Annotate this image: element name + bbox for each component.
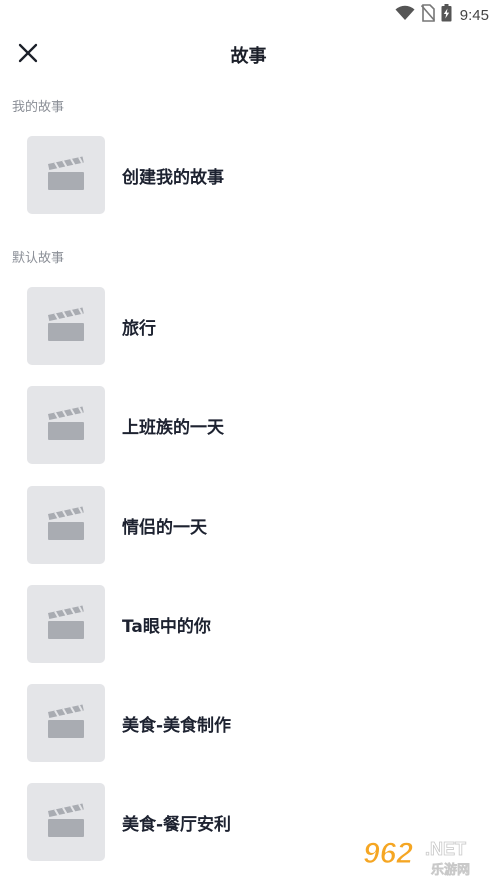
story-thumbnail bbox=[27, 684, 105, 762]
clapperboard-icon bbox=[47, 703, 85, 743]
story-item-travel[interactable]: 旅行 bbox=[27, 287, 467, 365]
story-thumbnail bbox=[27, 386, 105, 464]
section-label-default-stories: 默认故事 bbox=[12, 251, 65, 266]
story-label: 旅行 bbox=[122, 318, 156, 339]
story-label: 创建我的故事 bbox=[122, 167, 224, 188]
status-icons: 9:45 bbox=[395, 4, 489, 26]
section-label-my-stories: 我的故事 bbox=[12, 100, 65, 115]
story-thumbnail bbox=[27, 783, 105, 861]
story-label: 美食-美食制作 bbox=[122, 715, 232, 736]
story-item-you-in-their-eyes[interactable]: Ta眼中的你 bbox=[27, 585, 467, 663]
page-title: 故事 bbox=[230, 46, 267, 67]
header: 故事 bbox=[0, 30, 497, 80]
status-bar: 9:45 bbox=[0, 0, 497, 30]
no-sim-icon bbox=[420, 4, 435, 26]
story-label: 美食-餐厅安利 bbox=[122, 814, 232, 835]
story-item-create[interactable]: 创建我的故事 bbox=[27, 136, 467, 214]
story-label: 上班族的一天 bbox=[122, 417, 224, 438]
site-watermark: 962 .NET 乐游网 bbox=[361, 833, 493, 879]
story-thumbnail bbox=[27, 136, 105, 214]
story-thumbnail bbox=[27, 585, 105, 663]
story-label: 情侣的一天 bbox=[122, 517, 207, 538]
clapperboard-icon bbox=[47, 802, 85, 842]
story-thumbnail bbox=[27, 287, 105, 365]
story-item-food-making[interactable]: 美食-美食制作 bbox=[27, 684, 467, 762]
wifi-icon bbox=[395, 5, 415, 25]
clapperboard-icon bbox=[47, 155, 85, 195]
story-label: Ta眼中的你 bbox=[122, 616, 211, 637]
battery-charging-icon bbox=[441, 4, 452, 26]
clapperboard-icon bbox=[47, 306, 85, 346]
story-thumbnail bbox=[27, 486, 105, 564]
clapperboard-icon bbox=[47, 604, 85, 644]
watermark-number: 962 bbox=[363, 837, 413, 870]
watermark-suffix: .NET bbox=[425, 839, 466, 859]
story-item-office-worker-day[interactable]: 上班族的一天 bbox=[27, 386, 467, 464]
clapperboard-icon bbox=[47, 405, 85, 445]
story-item-couple-day[interactable]: 情侣的一天 bbox=[27, 486, 467, 564]
clapperboard-icon bbox=[47, 505, 85, 545]
watermark-subtitle: 乐游网 bbox=[431, 862, 470, 877]
status-time: 9:45 bbox=[459, 6, 489, 24]
